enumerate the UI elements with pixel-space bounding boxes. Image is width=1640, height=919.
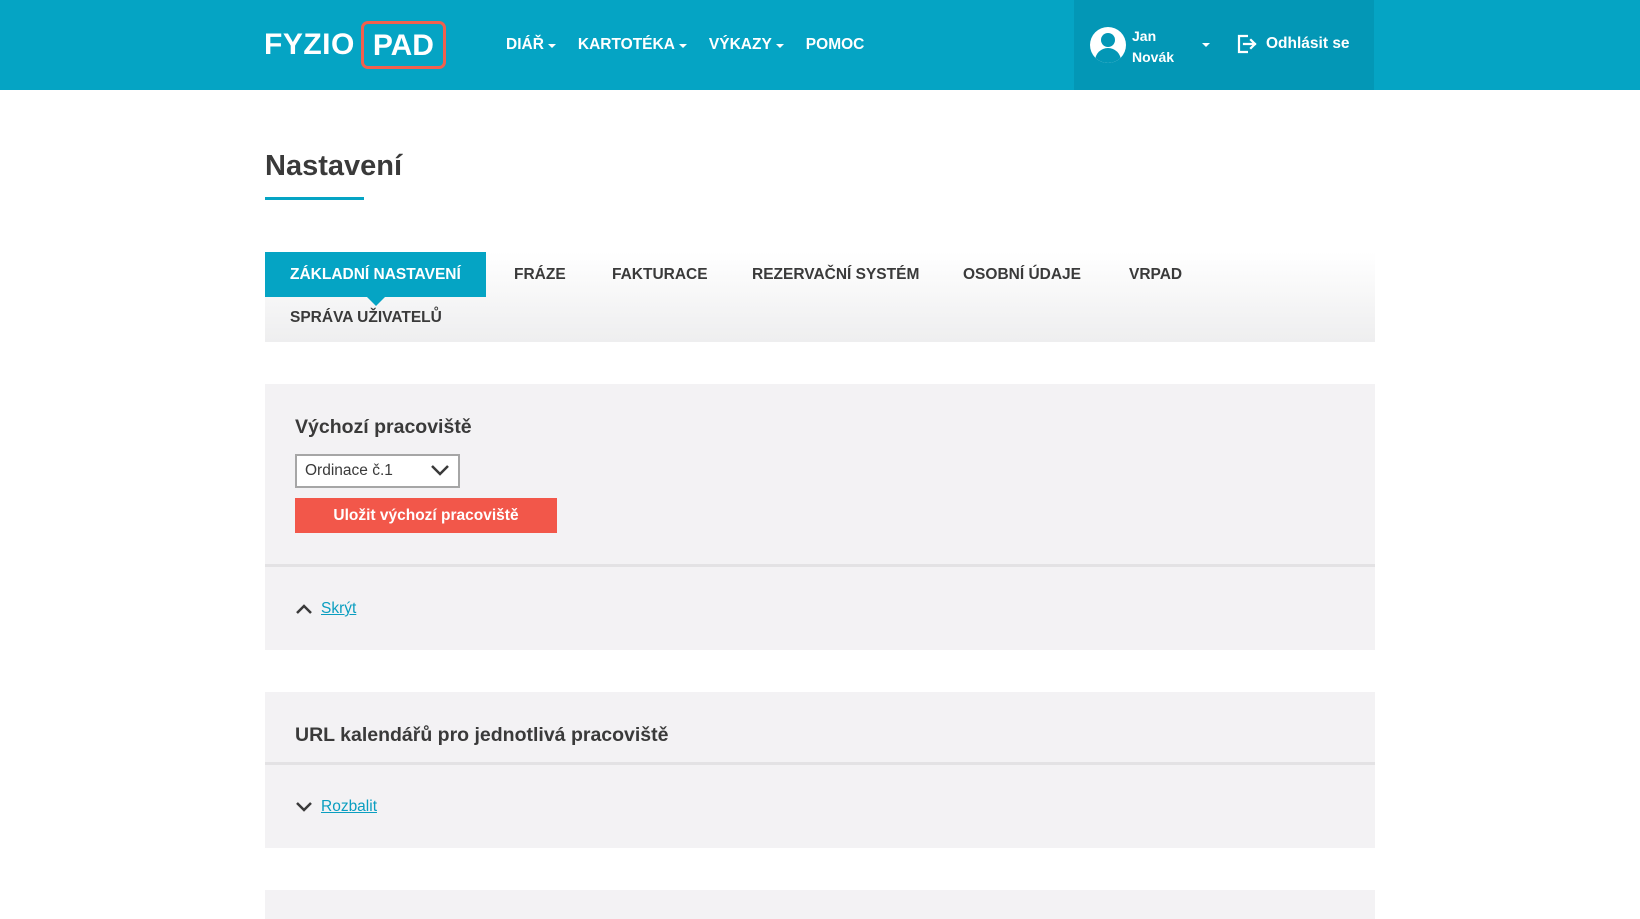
user-avatar-icon[interactable]: [1090, 27, 1126, 63]
logout-icon: [1237, 34, 1257, 54]
user-first-name: Jan: [1132, 28, 1157, 44]
fyziopad-logo[interactable]: FYZIO PAD: [264, 20, 446, 70]
user-menu[interactable]: Jan Novák: [1132, 26, 1174, 68]
tab-vrpad[interactable]: VRPAD: [1129, 252, 1182, 297]
caret-down-icon: [547, 43, 556, 48]
expand-link[interactable]: Rozbalit: [321, 798, 377, 816]
user-caret-down-icon[interactable]: [1202, 43, 1210, 47]
calendar-urls-panel: URL kalendářů pro jednotlivá pracoviště …: [265, 692, 1375, 848]
chevron-down-icon: [296, 802, 312, 812]
nav-vykazy-label: VÝKAZY: [708, 36, 772, 53]
next-panel: [265, 890, 1375, 919]
main-nav: DIÁŘ KARTOTÉKA VÝKAZY POMOC: [506, 0, 886, 90]
panel-divider: [265, 564, 1375, 567]
hide-toggle[interactable]: Skrýt: [295, 600, 356, 618]
logo-text-pad: PAD: [360, 21, 446, 69]
tab-fraze[interactable]: FRÁZE: [514, 252, 566, 297]
tab-sprava-uzivatelu[interactable]: SPRÁVA UŽIVATELŮ: [290, 295, 442, 340]
page-title: Nastavení: [265, 150, 403, 182]
nav-vykazy[interactable]: VÝKAZY: [709, 36, 784, 54]
nav-kartoteka-label: KARTOTÉKA: [577, 36, 675, 53]
caret-down-icon: [678, 43, 687, 48]
tab-zakladni-nastaveni[interactable]: ZÁKLADNÍ NASTAVENÍ: [265, 252, 486, 306]
expand-toggle[interactable]: Rozbalit: [295, 798, 377, 816]
tab-fakturace[interactable]: FAKTURACE: [612, 252, 708, 297]
chevron-up-icon: [296, 604, 312, 614]
user-last-name: Novák: [1132, 49, 1175, 65]
user-area: Jan Novák Odhlásit se: [1074, 0, 1374, 90]
tab-osobni-udaje[interactable]: OSOBNÍ ÚDAJE: [963, 252, 1081, 297]
hide-link[interactable]: Skrýt: [321, 600, 356, 618]
panel-divider: [265, 762, 1375, 765]
default-workplace-heading: Výchozí pracoviště: [295, 416, 472, 438]
tab-rezervacni-system[interactable]: REZERVAČNÍ SYSTÉM: [752, 252, 919, 297]
logout-label: Odhlásit se: [1266, 35, 1350, 52]
calendar-urls-heading: URL kalendářů pro jednotlivá pracoviště: [295, 724, 669, 746]
nav-kartoteka[interactable]: KARTOTÉKA: [578, 36, 687, 54]
top-navbar: FYZIO PAD DIÁŘ KARTOTÉKA VÝKAZY POMOC Ja…: [0, 0, 1640, 90]
nav-diar[interactable]: DIÁŘ: [506, 36, 556, 54]
chevron-down-icon: [431, 465, 449, 476]
nav-diar-label: DIÁŘ: [506, 36, 544, 53]
settings-tabs: ZÁKLADNÍ NASTAVENÍ FRÁZE FAKTURACE REZER…: [265, 252, 1375, 342]
nav-pomoc-label: POMOC: [805, 36, 865, 53]
default-workplace-panel: Výchozí pracoviště Ordinace č.1 Uložit v…: [265, 384, 1375, 650]
save-default-workplace-button[interactable]: Uložit výchozí pracoviště: [295, 498, 557, 533]
title-underline: [265, 197, 364, 200]
workplace-select-value: Ordinace č.1: [305, 462, 393, 479]
caret-down-icon: [775, 43, 784, 48]
workplace-select[interactable]: Ordinace č.1: [295, 454, 460, 488]
logout-button[interactable]: Odhlásit se: [1236, 33, 1350, 55]
nav-pomoc[interactable]: POMOC: [806, 36, 865, 54]
logo-text-fyzio: FYZIO: [264, 28, 355, 61]
